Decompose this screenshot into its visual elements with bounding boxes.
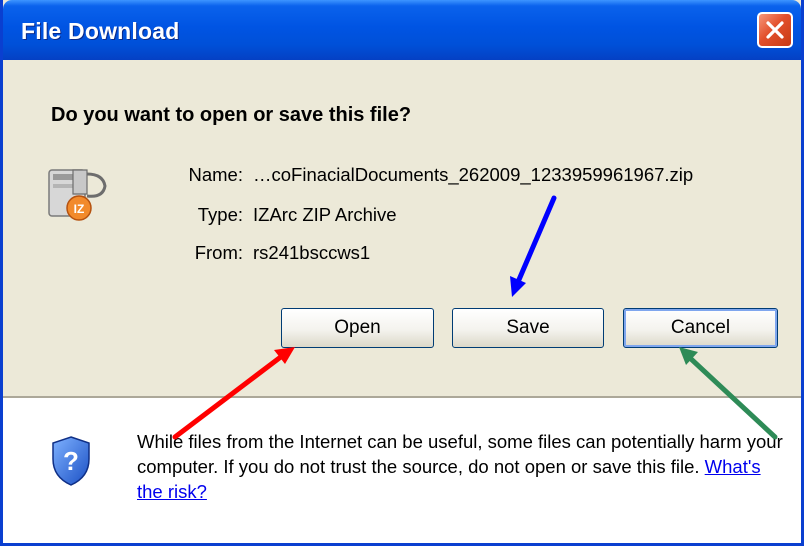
dialog-question: Do you want to open or save this file? (51, 104, 412, 126)
from-label: From: (194, 242, 243, 263)
warning-panel: ? While files from the Internet can be u… (3, 399, 801, 543)
shield-question-icon: ? (52, 436, 90, 486)
dialog-body: Do you want to open or save this file? I… (3, 60, 801, 396)
name-label: Name: (188, 164, 244, 185)
warning-text: While files from the Internet can be use… (137, 431, 783, 477)
close-button[interactable] (757, 12, 793, 48)
zip-archive-icon: IZ (48, 169, 107, 221)
title-bar[interactable]: File Download (3, 0, 801, 60)
save-button[interactable]: Save (452, 308, 604, 348)
warning-message: While files from the Internet can be use… (137, 429, 787, 504)
file-name-value: …coFinacialDocuments_262009_123395996196… (253, 164, 694, 185)
svg-text:IZ: IZ (74, 202, 85, 216)
type-label: Type: (197, 204, 243, 225)
window-title: File Download (21, 18, 180, 44)
file-type-value: IZArc ZIP Archive (253, 204, 397, 225)
cancel-button[interactable]: Cancel (623, 308, 778, 348)
open-button[interactable]: Open (281, 308, 434, 348)
file-download-dialog: File Download Do you want to open or sav… (0, 0, 804, 546)
file-source-value: rs241bsccws1 (253, 242, 371, 263)
svg-text:?: ? (63, 446, 79, 476)
close-icon (766, 21, 784, 39)
